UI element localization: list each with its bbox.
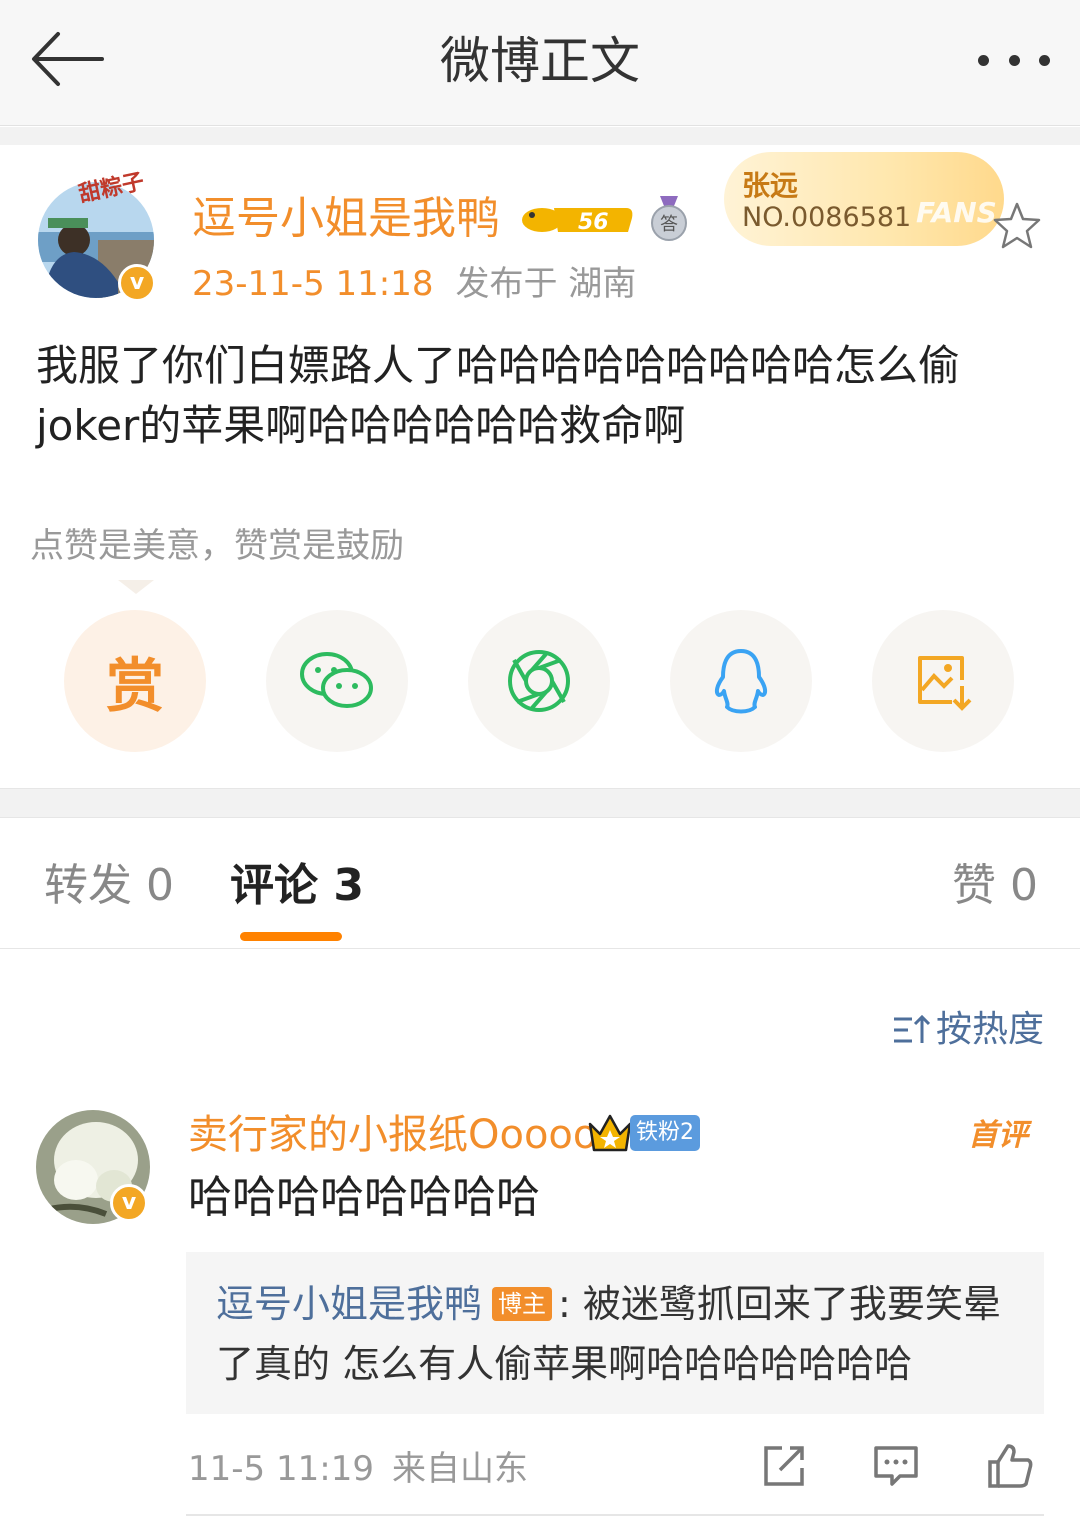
share-moments-button[interactable] — [468, 610, 610, 752]
level-value: 56 — [578, 210, 609, 235]
reply-box[interactable]: 逗号小姐是我鸭 博主: 被迷鹭抓回来了我要笑晕了真的 怎么有人偷苹果啊哈哈哈哈哈哈… — [186, 1252, 1044, 1414]
post-body: 我服了你们白嫖路人了哈哈哈哈哈哈哈哈哈怎么偷joker的苹果啊哈哈哈哈哈哈救命啊 — [36, 341, 961, 450]
share-wechat-button[interactable] — [266, 610, 408, 752]
first-comment-tag: 首评 — [968, 1118, 1028, 1153]
reward-label: 赏 — [105, 652, 164, 720]
comment-meta: 11-5 11:19 来自山东 — [188, 1446, 528, 1492]
verified-icon: v — [110, 1184, 148, 1222]
sort-by-hot-button[interactable]: 按热度 — [892, 1006, 1044, 1054]
reward-tip: 点赞是美意，赞赏是鼓励 — [30, 526, 404, 566]
share-qq-button[interactable] — [670, 610, 812, 752]
like-icon[interactable] — [986, 1442, 1034, 1490]
crown-icon — [586, 1112, 634, 1156]
author-avatar[interactable]: 甜粽子 v — [38, 169, 156, 302]
fan-level-badge: 铁粉2 — [630, 1115, 700, 1151]
tip-arrow — [118, 580, 154, 594]
level-badge: 56 — [518, 198, 636, 240]
divider — [186, 1514, 1044, 1516]
divider — [0, 127, 1080, 145]
fans-card-name: 张远 — [742, 169, 799, 202]
divider — [0, 948, 1080, 949]
active-tab-indicator — [240, 932, 342, 941]
fans-card[interactable]: 张远 NO.0086581 FANS — [724, 152, 1004, 246]
post-meta: 23-11-5 11:18 发布于 湖南 — [192, 262, 636, 306]
commenter-avatar[interactable]: v — [36, 1110, 154, 1228]
author-name[interactable]: 逗号小姐是我鸭 — [192, 190, 500, 248]
medal-icon: 答 — [648, 196, 690, 242]
tab-likes[interactable]: 赞 0 — [952, 856, 1038, 916]
medal-char: 答 — [660, 214, 678, 235]
sort-icon — [893, 1014, 930, 1043]
comment-text: 哈哈哈哈哈哈哈哈 — [188, 1172, 540, 1223]
reply-content: 逗号小姐是我鸭 博主: 被迷鹭抓回来了我要笑晕了真的 怎么有人偷苹果啊哈哈哈哈哈哈… — [216, 1274, 1026, 1394]
favorite-star-icon[interactable] — [990, 200, 1044, 252]
qq-icon — [714, 649, 768, 714]
repost-icon[interactable] — [760, 1442, 808, 1490]
tab-reposts[interactable]: 转发 0 — [44, 856, 174, 916]
comment-icon[interactable] — [872, 1442, 920, 1490]
moments-icon — [508, 650, 570, 712]
reply-author[interactable]: 逗号小姐是我鸭 — [216, 1282, 482, 1326]
more-options-icon[interactable] — [978, 44, 1050, 76]
top-bar: 微博正文 — [0, 0, 1080, 126]
wechat-icon — [300, 652, 373, 708]
fans-card-label: FANS — [916, 196, 997, 229]
page-title: 微博正文 — [440, 32, 640, 90]
save-image-button[interactable] — [872, 610, 1014, 752]
reward-button[interactable]: 赏 — [64, 610, 206, 752]
verified-icon: v — [118, 264, 156, 302]
sort-label: 按热度 — [935, 1009, 1044, 1050]
post-location: 发布于 湖南 — [455, 264, 637, 304]
commenter-name[interactable]: 卖行家的小报纸Ooooo — [188, 1108, 597, 1162]
fans-card-number: NO.0086581 — [742, 202, 912, 233]
post-time: 23-11-5 11:18 — [192, 264, 434, 304]
tab-comments[interactable]: 评论 3 — [230, 856, 364, 916]
comment-time: 11-5 11:19 — [188, 1449, 374, 1489]
image-download-icon — [918, 656, 972, 711]
section-divider — [0, 788, 1080, 818]
host-badge: 博主 — [492, 1287, 553, 1321]
comment-location: 来自山东 — [391, 1449, 528, 1489]
